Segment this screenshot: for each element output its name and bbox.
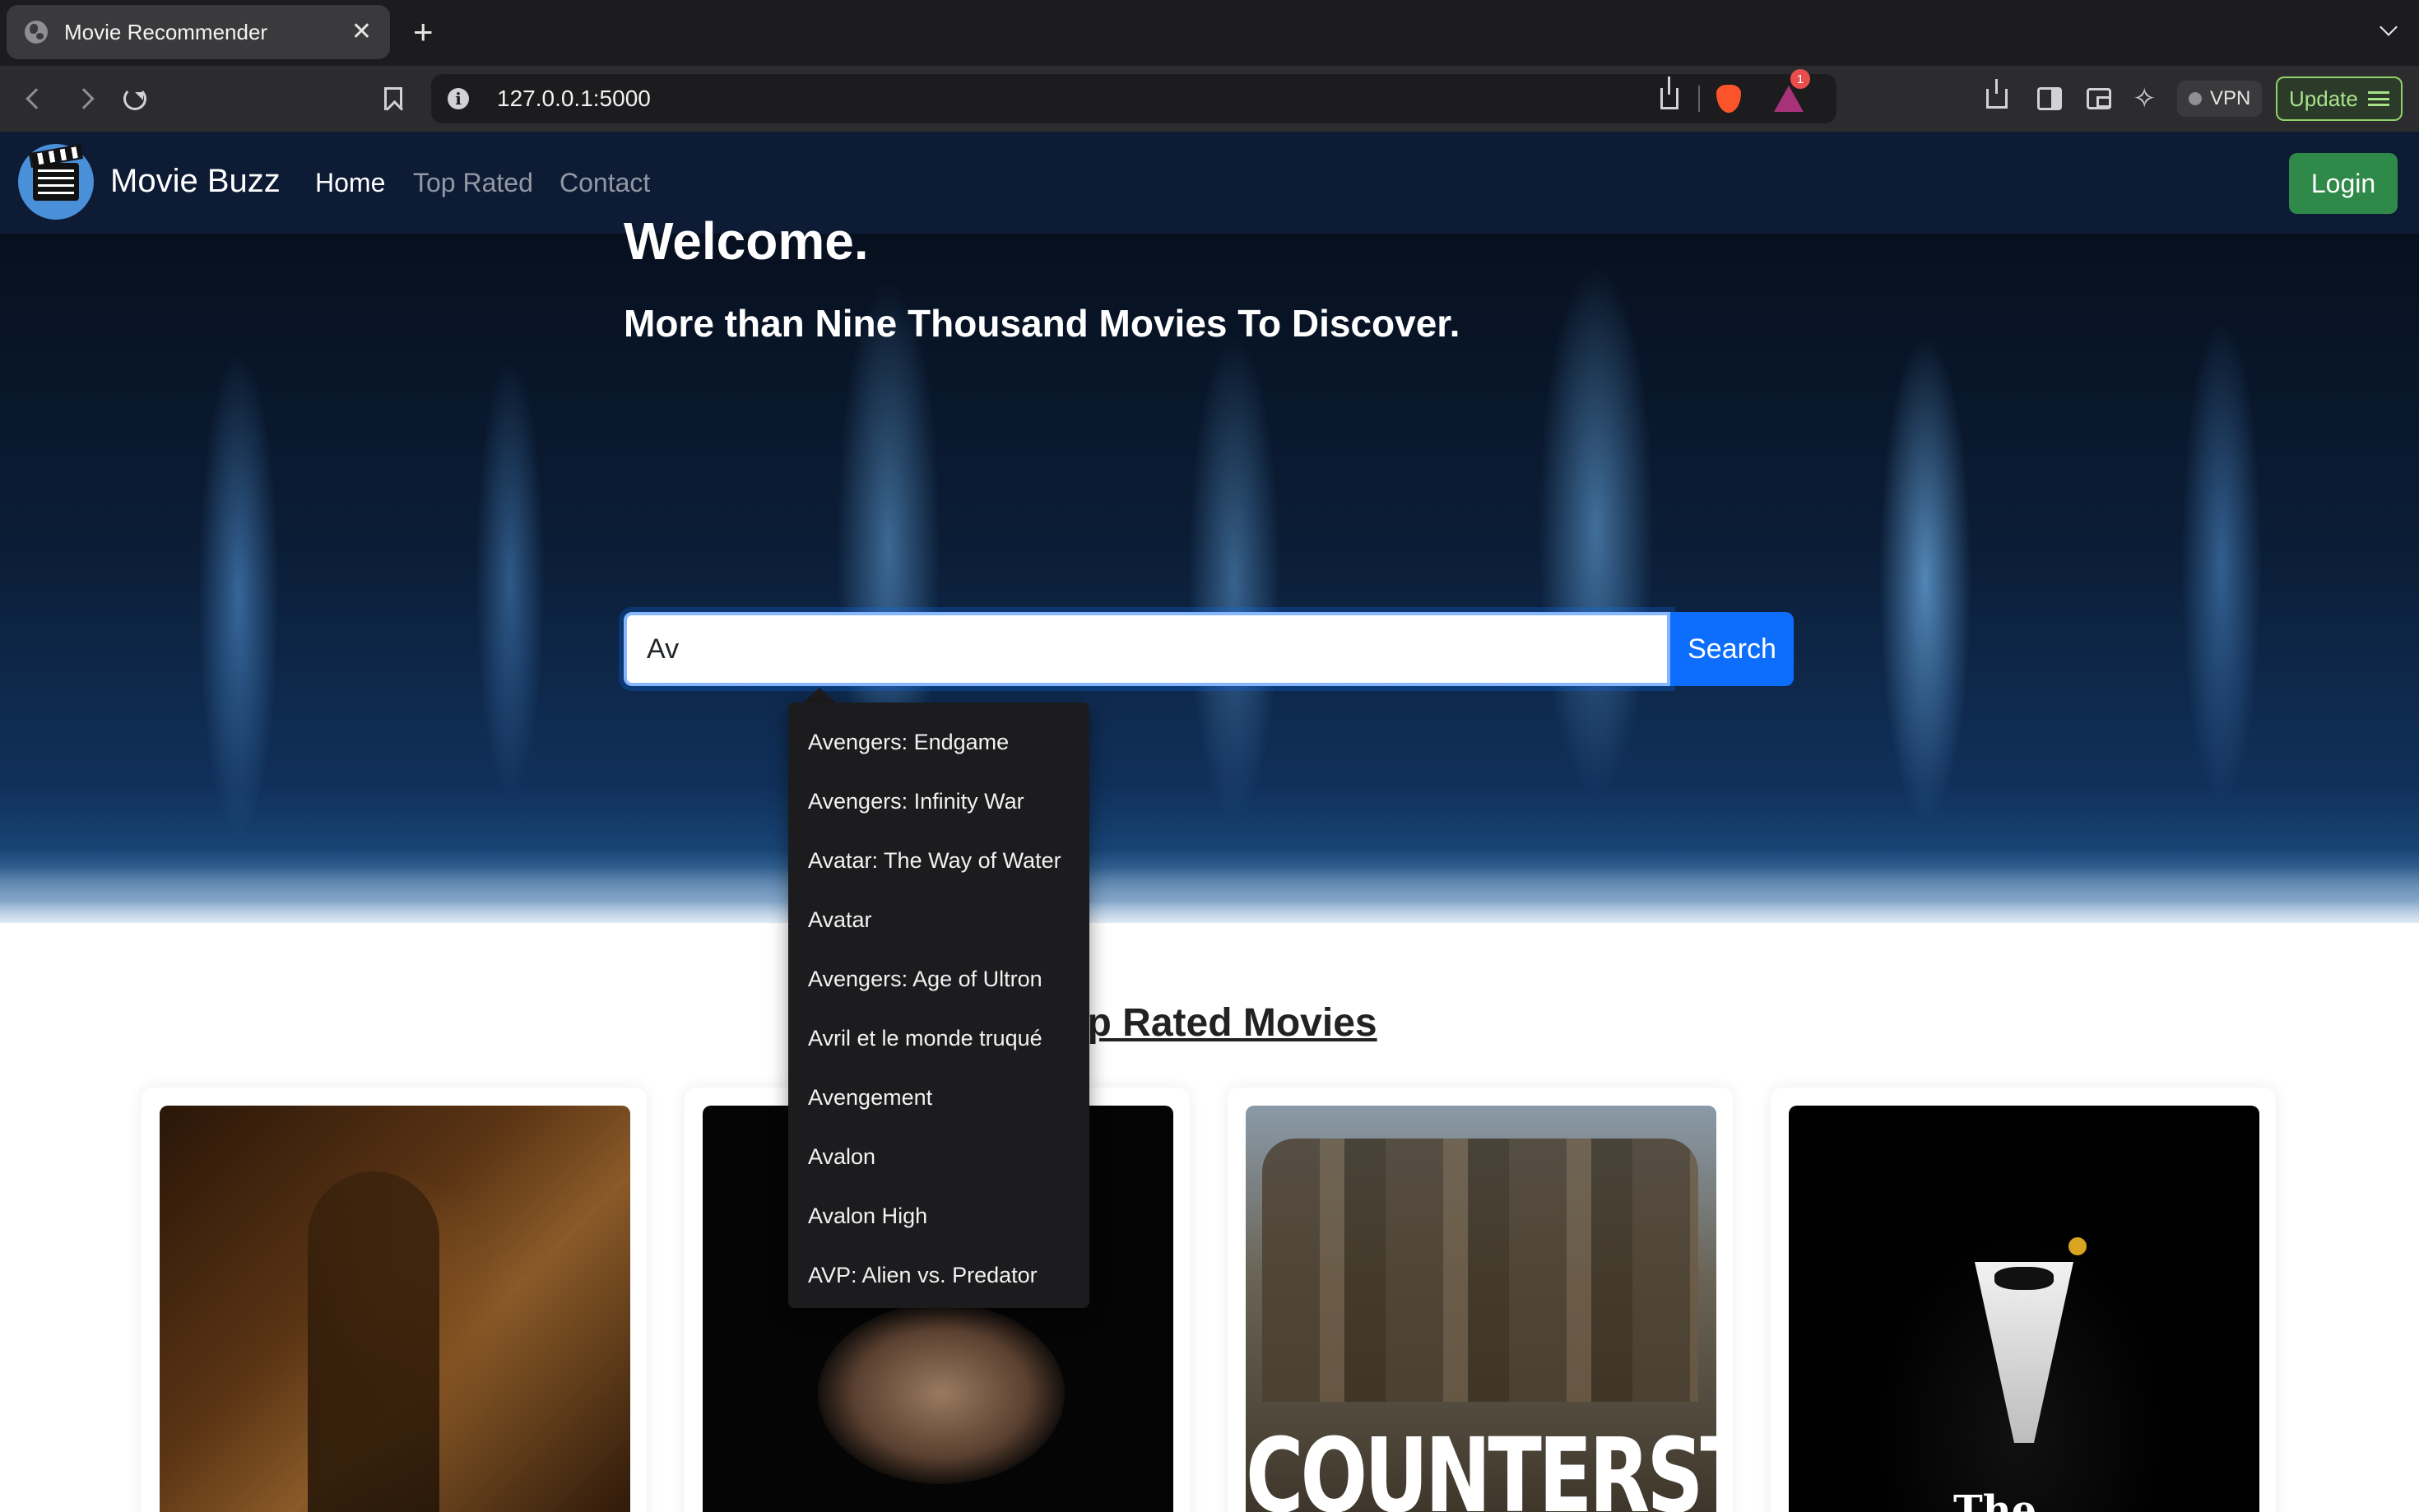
brand-name[interactable]: Movie Buzz — [110, 163, 281, 200]
autocomplete-item[interactable]: Avengement — [788, 1068, 1089, 1127]
movie-poster[interactable] — [160, 1106, 630, 1512]
url-text[interactable]: 127.0.0.1:5000 — [497, 86, 1660, 112]
sidebar-button[interactable] — [2037, 66, 2062, 132]
browser-tab-bar: Movie Recommender ✕ + — [0, 0, 2419, 66]
brand-logo[interactable] — [18, 144, 94, 220]
tab-close-icon[interactable]: ✕ — [351, 20, 372, 44]
movie-poster[interactable]: The — [1789, 1106, 2259, 1512]
autocomplete-item[interactable]: Avalon — [788, 1127, 1089, 1186]
reload-icon — [123, 87, 146, 110]
forward-arrow-icon — [73, 88, 95, 109]
clapperboard-icon — [33, 163, 79, 201]
poster-bowtie — [1994, 1267, 2054, 1290]
update-button[interactable]: Update — [2276, 77, 2403, 121]
autocomplete-item[interactable]: Avril et le monde truqué — [788, 1009, 1089, 1068]
hero-floor — [0, 849, 2419, 923]
movie-card[interactable]: COUNTERSTRIKE — [1228, 1088, 1733, 1512]
poster-title-text: The — [1953, 1487, 2037, 1512]
site-navbar: Movie Buzz Home Top Rated Contact Login — [0, 132, 2419, 234]
autocomplete-menu: Avengers: Endgame Avengers: Infinity War… — [788, 703, 1089, 1308]
autocomplete-item[interactable]: Avengers: Age of Ultron — [788, 949, 1089, 1009]
hero-subtitle: More than Nine Thousand Movies To Discov… — [624, 302, 1460, 345]
autocomplete-item[interactable]: Avatar — [788, 890, 1089, 949]
autocomplete-item[interactable]: Avengers: Endgame — [788, 712, 1089, 772]
bookmark-button[interactable] — [374, 79, 413, 118]
downloads-button[interactable] — [1986, 66, 2008, 132]
url-separator — [1698, 86, 1700, 112]
wallet-icon — [2087, 88, 2111, 109]
autocomplete-arrow — [803, 688, 836, 703]
sidebar-icon — [2037, 87, 2062, 110]
autocomplete-item[interactable]: Avengers: Infinity War — [788, 772, 1089, 831]
search-input[interactable] — [624, 612, 1670, 686]
vpn-button[interactable]: VPN — [2177, 66, 2263, 132]
poster-title-text: COUNTERSTRIKE — [1246, 1416, 1716, 1512]
poster-figures — [1262, 1139, 1698, 1402]
update-button-wrap: Update — [2276, 66, 2403, 132]
share-icon[interactable] — [1660, 77, 1678, 109]
site-info-icon[interactable]: i — [448, 88, 469, 109]
search-button[interactable]: Search — [1670, 612, 1794, 686]
movie-card[interactable]: The — [1771, 1088, 2276, 1512]
menu-icon — [2367, 91, 2389, 106]
nav-link-contact[interactable]: Contact — [559, 168, 650, 198]
download-icon — [1986, 79, 2008, 109]
sparkle-icon: ✧ — [2133, 83, 2157, 114]
poster-rose — [2068, 1237, 2087, 1255]
vpn-status-icon — [2189, 92, 2202, 105]
vpn-pill[interactable]: VPN — [2177, 81, 2263, 117]
tab-title: Movie Recommender — [64, 19, 268, 44]
movie-card[interactable] — [142, 1088, 647, 1512]
back-button[interactable] — [16, 79, 56, 118]
leo-button[interactable]: ✧ — [2133, 66, 2157, 132]
login-button[interactable]: Login — [2289, 153, 2398, 214]
globe-icon — [25, 21, 48, 44]
brave-shields-icon[interactable] — [1716, 85, 1741, 113]
movie-poster[interactable]: COUNTERSTRIKE — [1246, 1106, 1716, 1512]
hero-title: Welcome. — [624, 211, 869, 271]
rewards-badge: 1 — [1790, 69, 1810, 89]
browser-tab[interactable]: Movie Recommender ✕ — [7, 5, 390, 59]
reload-button[interactable] — [115, 79, 155, 118]
forward-button[interactable] — [64, 79, 104, 118]
nav-link-top-rated[interactable]: Top Rated — [413, 168, 533, 198]
update-label: Update — [2289, 86, 2358, 111]
address-bar[interactable]: i 127.0.0.1:5000 1 — [431, 69, 1836, 123]
back-arrow-icon — [26, 88, 47, 109]
brave-rewards-icon[interactable]: 1 — [1774, 69, 1810, 112]
autocomplete-item[interactable]: Avalon High — [788, 1186, 1089, 1245]
vpn-label: VPN — [2210, 87, 2251, 109]
autocomplete-item[interactable]: Avatar: The Way of Water — [788, 831, 1089, 890]
autocomplete-item[interactable]: AVP: Alien vs. Predator — [788, 1245, 1089, 1305]
wallet-button[interactable] — [2087, 66, 2111, 132]
top-rated-title[interactable]: Top Rated Movies — [0, 1000, 2419, 1046]
new-tab-button[interactable]: + — [413, 12, 434, 53]
tab-list-chevron-icon[interactable] — [2380, 18, 2398, 36]
nav-link-home[interactable]: Home — [315, 168, 385, 198]
bookmark-icon — [384, 87, 402, 110]
